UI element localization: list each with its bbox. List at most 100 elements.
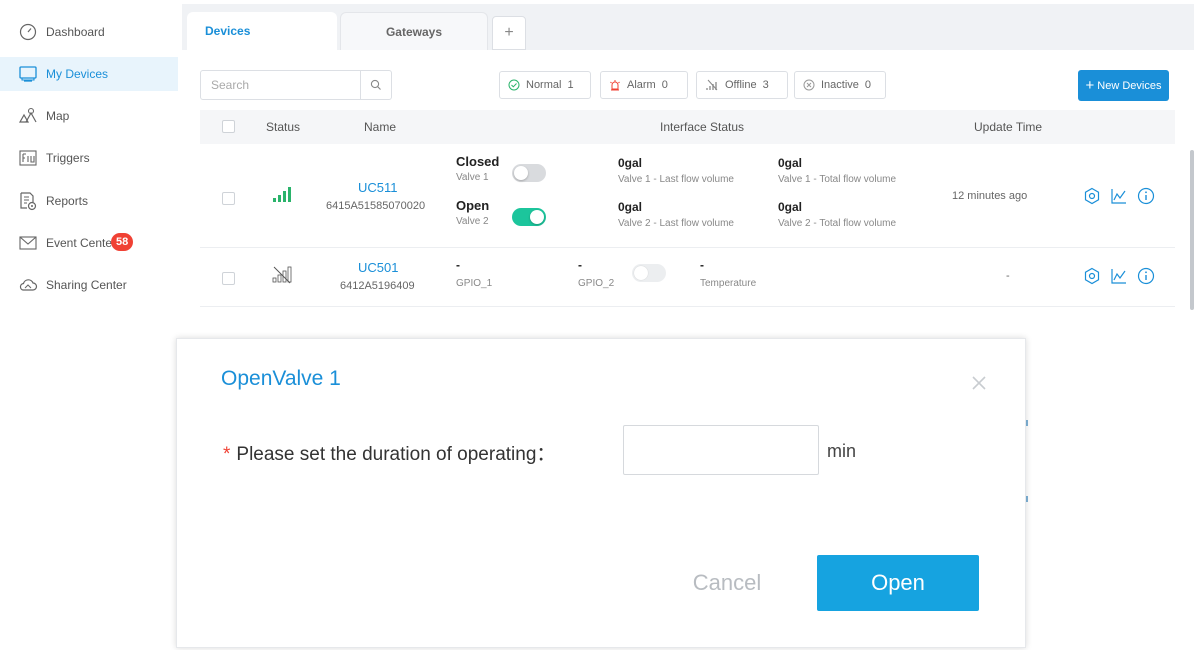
- valve1-total-flow-label: Valve 1 - Total flow volume: [778, 174, 897, 185]
- filter-alarm-count: 0: [661, 79, 668, 91]
- table-scrollbar[interactable]: [1190, 150, 1194, 310]
- signal-off-icon: [706, 79, 718, 91]
- table-row: UC501 6412A5196409 - GPIO_1 - GPIO_2 - T…: [200, 248, 1175, 307]
- search-input[interactable]: [201, 71, 361, 99]
- filter-offline-count: 3: [762, 79, 769, 91]
- cancel-button[interactable]: Cancel: [667, 557, 787, 609]
- update-time: 12 minutes ago: [952, 190, 1028, 202]
- valve1-toggle[interactable]: [512, 164, 546, 182]
- duration-label-text: Please set the duration of operating：: [236, 444, 556, 465]
- sidebar: Dashboard My Devices Map Triggers Report…: [0, 0, 178, 320]
- valve1-state: Closed: [456, 154, 500, 169]
- search-icon: [370, 79, 381, 90]
- info-icon[interactable]: [1137, 187, 1155, 205]
- device-name-link[interactable]: UC511: [358, 180, 398, 195]
- settings-icon[interactable]: [1083, 187, 1101, 205]
- valve2-state: Open: [456, 198, 490, 213]
- filter-normal[interactable]: Normal 1: [499, 71, 591, 99]
- signal-off-icon: [272, 266, 292, 284]
- sidebar-item-label: Sharing Center: [46, 278, 127, 292]
- close-icon[interactable]: [969, 373, 989, 393]
- filter-inactive[interactable]: Inactive 0: [794, 71, 886, 99]
- map-icon: [18, 106, 38, 126]
- gpio2-toggle[interactable]: [632, 264, 666, 282]
- table-row: UC511 6415A51585070020 Closed Valve 1 Op…: [200, 144, 1175, 248]
- duration-input[interactable]: [623, 425, 819, 475]
- filter-alarm-label: Alarm: [627, 79, 656, 91]
- alarm-icon: [610, 80, 620, 91]
- reports-icon: [18, 191, 38, 211]
- update-time: -: [1006, 270, 1010, 282]
- device-name-link[interactable]: UC501: [358, 260, 398, 275]
- open-button[interactable]: Open: [817, 555, 979, 611]
- x-circle-icon: [803, 79, 815, 91]
- chart-icon[interactable]: [1110, 187, 1128, 205]
- device-serial: 6415A51585070020: [326, 200, 426, 212]
- select-all-checkbox[interactable]: [222, 120, 235, 133]
- header-update-time: Update Time: [974, 120, 1043, 134]
- valve2-last-flow-value: 0gal: [618, 200, 643, 214]
- duration-label: * Please set the duration of operating：: [223, 439, 555, 466]
- temperature-label: Temperature: [700, 278, 757, 289]
- info-icon[interactable]: [1137, 267, 1155, 285]
- filter-alarm[interactable]: Alarm 0: [600, 71, 688, 99]
- gpio1-label: GPIO_1: [456, 278, 493, 289]
- tab-gateways[interactable]: Gateways: [340, 12, 488, 50]
- open-valve-dialog: OpenValve 1 * Please set the duration of …: [176, 338, 1026, 648]
- search-button[interactable]: [360, 71, 391, 99]
- new-devices-button[interactable]: + New Devices: [1078, 70, 1169, 101]
- duration-unit: min: [827, 441, 857, 461]
- valve2-toggle[interactable]: [512, 208, 546, 226]
- add-tab-button[interactable]: +: [492, 16, 526, 50]
- sidebar-item-event-center[interactable]: Event Center 58: [0, 226, 178, 260]
- valve2-total-flow-value: 0gal: [778, 200, 803, 214]
- valve2-last-flow-label: Valve 2 - Last flow volume: [618, 218, 734, 229]
- triggers-icon: [18, 148, 38, 168]
- filter-offline-label: Offline: [725, 79, 757, 91]
- sidebar-item-label: Triggers: [46, 151, 90, 165]
- required-mark: *: [223, 444, 231, 465]
- valve1-last-flow-value: 0gal: [618, 156, 643, 170]
- settings-icon[interactable]: [1083, 267, 1101, 285]
- sidebar-item-dashboard[interactable]: Dashboard: [0, 15, 178, 49]
- sidebar-item-map[interactable]: Map: [0, 99, 178, 133]
- sidebar-item-triggers[interactable]: Triggers: [0, 141, 178, 175]
- valve1-last-flow-label: Valve 1 - Last flow volume: [618, 174, 734, 185]
- gpio1-value: -: [456, 258, 460, 272]
- row-checkbox[interactable]: [222, 192, 235, 205]
- sidebar-item-label: Reports: [46, 194, 89, 208]
- sidebar-item-label: Dashboard: [46, 25, 105, 39]
- header-name: Name: [364, 120, 397, 134]
- sidebar-item-sharing-center[interactable]: Sharing Center: [0, 268, 178, 302]
- check-circle-icon: [508, 79, 520, 91]
- header-status: Status: [266, 120, 301, 134]
- tab-devices[interactable]: Devices: [187, 12, 337, 50]
- signal-strength-icon: [273, 187, 291, 202]
- sidebar-item-reports[interactable]: Reports: [0, 184, 178, 218]
- search-box: [200, 70, 392, 100]
- header-interface-status: Interface Status: [660, 120, 745, 134]
- valve1-total-flow-value: 0gal: [778, 156, 803, 170]
- main-area: Devices Gateways + Normal 1 Alarm 0 Offl…: [182, 4, 1194, 318]
- gpio2-label: GPIO_2: [578, 278, 615, 289]
- mail-icon: [18, 233, 38, 253]
- gpio2-value: -: [578, 258, 582, 272]
- background-fragment: [1026, 496, 1028, 502]
- sidebar-item-label: Map: [46, 109, 70, 123]
- device-serial: 6412A5196409: [340, 280, 415, 292]
- new-devices-label: New Devices: [1097, 79, 1162, 92]
- background-fragment: [1026, 420, 1028, 426]
- event-count-badge: 58: [111, 233, 134, 251]
- devices-panel: Normal 1 Alarm 0 Offline 3 Inactive 0 + …: [182, 50, 1194, 318]
- monitor-icon: [18, 64, 38, 84]
- sidebar-item-label: Event Center: [46, 236, 117, 250]
- valve2-total-flow-label: Valve 2 - Total flow volume: [778, 218, 897, 229]
- filter-normal-count: 1: [567, 79, 574, 91]
- chart-icon[interactable]: [1110, 267, 1128, 285]
- valve2-label: Valve 2: [456, 216, 489, 227]
- row-checkbox[interactable]: [222, 272, 235, 285]
- sidebar-item-my-devices[interactable]: My Devices: [0, 57, 178, 91]
- filter-inactive-label: Inactive: [821, 79, 859, 91]
- dialog-title: OpenValve 1: [221, 367, 341, 390]
- filter-offline[interactable]: Offline 3: [696, 71, 788, 99]
